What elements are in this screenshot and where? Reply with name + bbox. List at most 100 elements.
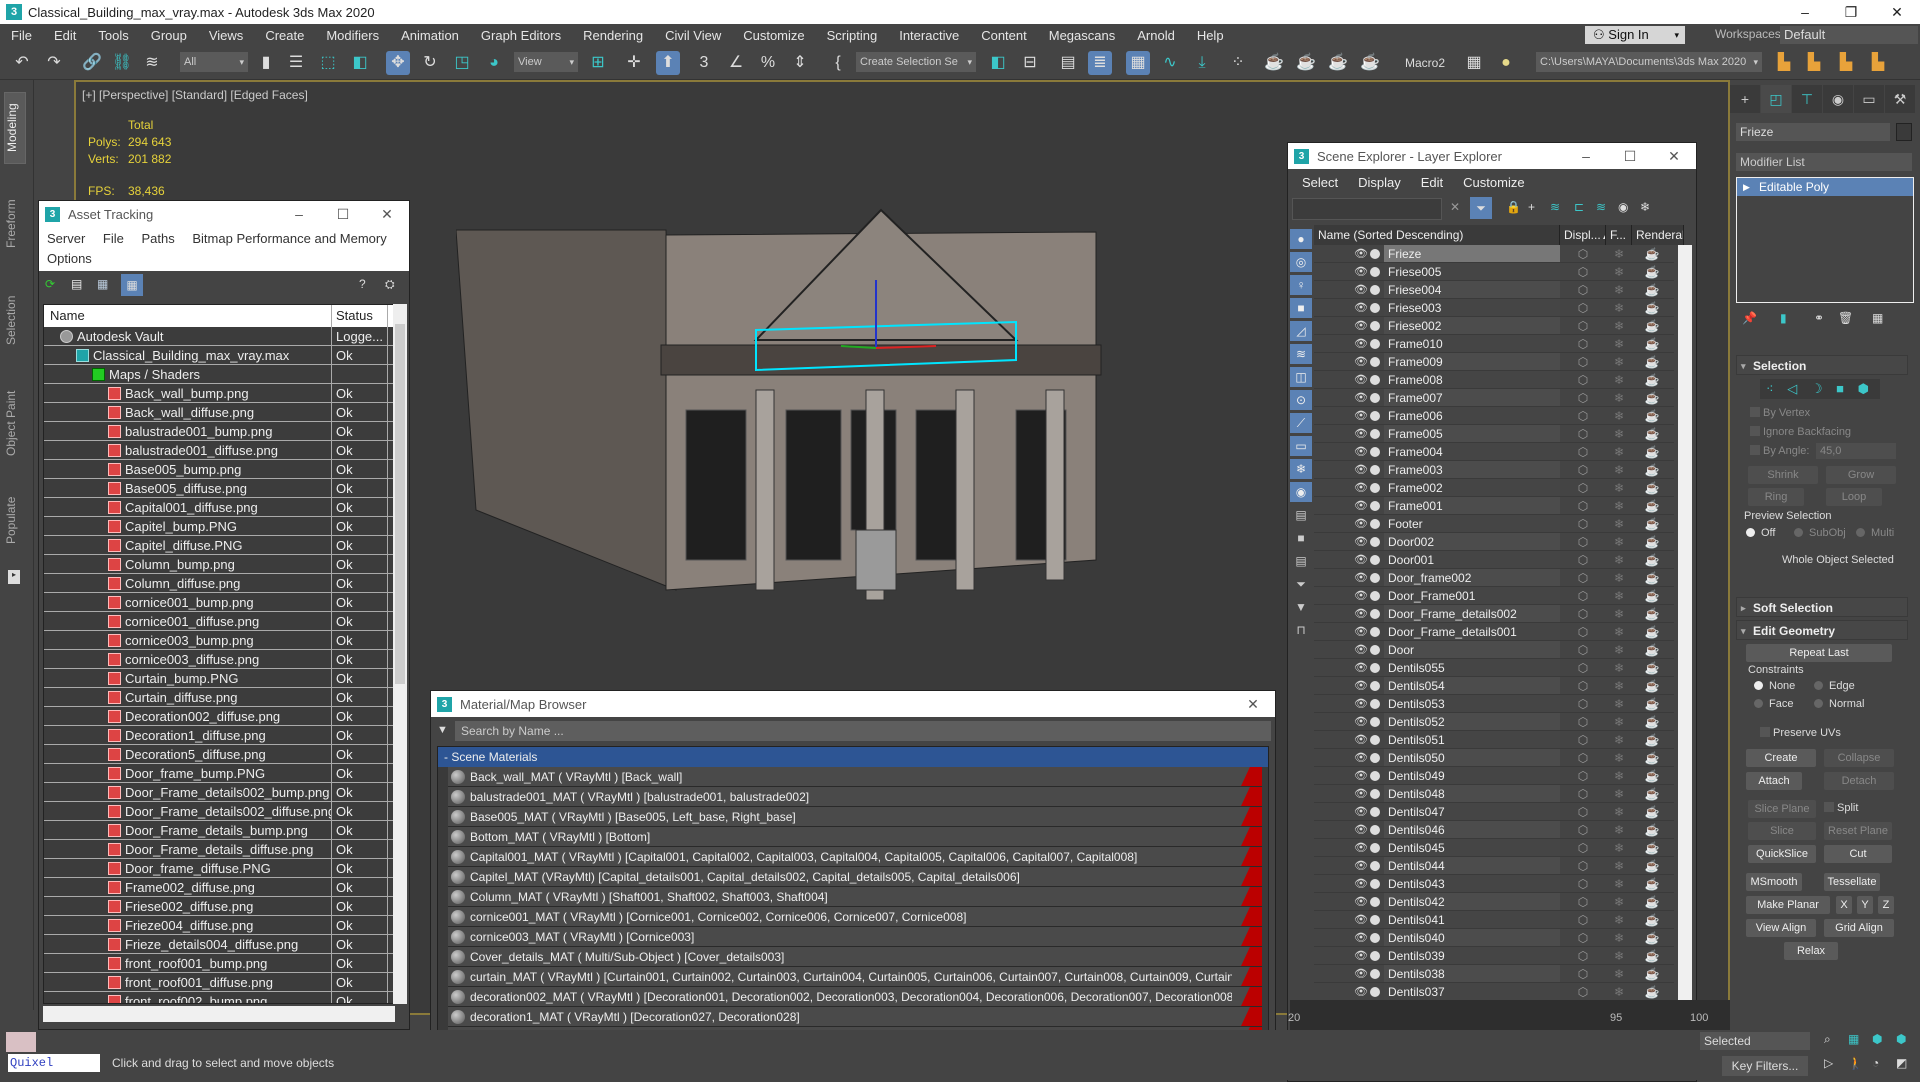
timeline-track[interactable]: 20 95 100 — [1288, 1000, 1730, 1030]
scene-object-row[interactable]: 👁 Door002 ⬡ ❄ ☕ — [1314, 533, 1674, 551]
visibility-eye-icon[interactable]: 👁 — [1354, 875, 1368, 893]
visibility-eye-icon[interactable]: 👁 — [1354, 551, 1368, 569]
curve-editor-icon[interactable]: ∿ — [1158, 51, 1182, 75]
visibility-eye-icon[interactable]: 👁 — [1354, 515, 1368, 533]
freeze-icon[interactable]: ❄ — [1606, 821, 1632, 838]
select-by-name-icon[interactable]: ☰ — [284, 51, 308, 75]
renderable-teapot-icon[interactable]: ☕ — [1632, 965, 1672, 982]
attach-button[interactable]: Attach — [1746, 772, 1802, 790]
display-box-icon[interactable]: ⬡ — [1560, 767, 1606, 784]
filter-settings-icon[interactable]: ⏷ — [1290, 574, 1312, 594]
scene-object-row[interactable]: 👁 Frame010 ⬡ ❄ ☕ — [1314, 335, 1674, 353]
menu-interactive[interactable]: Interactive — [888, 28, 970, 43]
renderable-teapot-icon[interactable]: ☕ — [1632, 587, 1672, 604]
display-box-icon[interactable]: ⬡ — [1560, 641, 1606, 658]
asset-row[interactable]: Friese002_diffuse.png Ok — [44, 897, 394, 916]
asset-row[interactable]: Back_wall_diffuse.png Ok — [44, 403, 394, 422]
freeze-icon[interactable]: ❄ — [1606, 785, 1632, 802]
visibility-eye-icon[interactable]: 👁 — [1354, 623, 1368, 641]
visibility-eye-icon[interactable]: 👁 — [1354, 317, 1368, 335]
make-planar-button[interactable]: Make Planar — [1746, 896, 1830, 914]
scene-object-row[interactable]: 👁 Friese002 ⬡ ❄ ☕ — [1314, 317, 1674, 335]
scene-object-row[interactable]: 👁 Frame004 ⬡ ❄ ☕ — [1314, 443, 1674, 461]
visibility-eye-icon[interactable]: 👁 — [1354, 299, 1368, 317]
placement-icon[interactable]: ◕ — [482, 51, 506, 75]
freeze-icon[interactable]: ❄ — [1606, 983, 1632, 1000]
menu-help[interactable]: Help — [1186, 28, 1235, 43]
visibility-eye-icon[interactable]: 👁 — [1354, 353, 1368, 371]
visibility-eye-icon[interactable]: 👁 — [1354, 587, 1368, 605]
msmooth-button[interactable]: MSmooth — [1746, 873, 1802, 891]
restore-button[interactable]: ❐ — [1828, 0, 1874, 24]
freeze-icon[interactable]: ❄ — [1606, 965, 1632, 982]
undo-icon[interactable]: ↶ — [10, 51, 34, 75]
scene-vertical-scrollbar[interactable] — [1678, 245, 1692, 1025]
visibility-eye-icon[interactable]: 👁 — [1354, 893, 1368, 911]
asset-row[interactable]: cornice001_diffuse.png Ok — [44, 612, 394, 631]
align-icon[interactable]: ⊟ — [1018, 51, 1042, 75]
redo-icon[interactable]: ↷ — [42, 51, 66, 75]
helpers-filter-icon[interactable]: ◿ — [1290, 321, 1312, 341]
menu-edit[interactable]: Edit — [43, 28, 87, 43]
freeze-icon[interactable]: ❄ — [1606, 479, 1632, 496]
project-set-icon[interactable]: ▙ — [1834, 51, 1858, 75]
invert-display-icon[interactable]: ▤ — [1290, 551, 1312, 571]
rendered-frame-window-icon[interactable]: ☕ — [1294, 51, 1318, 75]
object-name-field[interactable]: Frieze — [1736, 123, 1890, 141]
renderable-teapot-icon[interactable]: ☕ — [1632, 767, 1672, 784]
toggle-layer-explorer-icon[interactable]: ≣ — [1088, 51, 1112, 75]
asset-row[interactable]: balustrade001_diffuse.png Ok — [44, 441, 394, 460]
soft-selection-rollout[interactable]: Soft Selection — [1736, 597, 1908, 618]
element-icon[interactable]: ⬢ — [1858, 381, 1869, 396]
menu-tools[interactable]: Tools — [87, 28, 139, 43]
renderable-teapot-icon[interactable]: ☕ — [1632, 821, 1672, 838]
scene-object-row[interactable]: 👁 Frame009 ⬡ ❄ ☕ — [1314, 353, 1674, 371]
asset-row[interactable]: Door_Frame_details_diffuse.png Ok — [44, 840, 394, 859]
close-button[interactable]: ✕ — [1231, 691, 1275, 717]
tessellate-button[interactable]: Tessellate — [1824, 873, 1880, 891]
minimize-button[interactable]: – — [277, 201, 321, 227]
asset-row[interactable]: Column_diffuse.png Ok — [44, 574, 394, 593]
visibility-eye-icon[interactable]: 👁 — [1354, 911, 1368, 929]
ribbon-tab-object-paint[interactable]: Object Paint — [4, 375, 26, 471]
freeze-icon[interactable]: ❄ — [1606, 767, 1632, 784]
reset-plane-button[interactable]: Reset Plane — [1824, 822, 1892, 840]
visibility-eye-icon[interactable]: 👁 — [1354, 497, 1368, 515]
freeze-icon[interactable]: ❄ — [1606, 299, 1632, 316]
menu-select[interactable]: Select — [1302, 175, 1338, 190]
visibility-eye-icon[interactable]: 👁 — [1354, 767, 1368, 785]
material-item[interactable]: balustrade001_MAT ( VRayMtl ) [balustrad… — [448, 787, 1262, 807]
renderable-teapot-icon[interactable]: ☕ — [1632, 659, 1672, 676]
slice-plane-button[interactable]: Slice Plane — [1748, 800, 1816, 818]
scene-object-row[interactable]: 👁 Friese004 ⬡ ❄ ☕ — [1314, 281, 1674, 299]
render-setup-icon[interactable]: ☕ — [1262, 51, 1286, 75]
by-vertex-checkbox[interactable]: By Vertex — [1750, 407, 1810, 419]
menu-scripting[interactable]: Scripting — [816, 28, 889, 43]
freeze-icon[interactable]: ❄ — [1606, 893, 1632, 910]
select-object-icon[interactable]: ▮ — [254, 51, 278, 75]
viewport-label[interactable]: [+] [Perspective] [Standard] [Edged Face… — [82, 88, 308, 102]
project-create-icon[interactable]: ▙ — [1802, 51, 1826, 75]
menu-content[interactable]: Content — [970, 28, 1038, 43]
freeze-icon[interactable]: ❄ — [1606, 569, 1632, 586]
material-item[interactable]: Base005_MAT ( VRayMtl ) [Base005, Left_b… — [448, 807, 1262, 827]
display-box-icon[interactable]: ⬡ — [1560, 389, 1606, 406]
scene-object-row[interactable]: 👁 Frame005 ⬡ ❄ ☕ — [1314, 425, 1674, 443]
material-item[interactable]: Bottom_MAT ( VRayMtl ) [Bottom] — [448, 827, 1262, 847]
visibility-eye-icon[interactable]: 👁 — [1354, 641, 1368, 659]
renderable-teapot-icon[interactable]: ☕ — [1632, 641, 1672, 658]
visibility-eye-icon[interactable]: 👁 — [1354, 479, 1368, 497]
zoom-extents-icon[interactable]: ⬢ — [1872, 1032, 1882, 1046]
preview-multi-radio[interactable]: Multi — [1856, 527, 1894, 539]
menu-display[interactable]: Display — [1358, 175, 1401, 190]
menu-file[interactable]: File — [0, 28, 43, 43]
menu-customize[interactable]: Customize — [1463, 175, 1524, 190]
material-item[interactable]: Back_wall_MAT ( VRayMtl ) [Back_wall] — [448, 767, 1262, 787]
renderable-teapot-icon[interactable]: ☕ — [1632, 515, 1672, 532]
select-rotate-icon[interactable]: ↻ — [418, 51, 442, 75]
renderable-teapot-icon[interactable]: ☕ — [1632, 695, 1672, 712]
renderable-teapot-icon[interactable]: ☕ — [1632, 785, 1672, 802]
display-box-icon[interactable]: ⬡ — [1560, 785, 1606, 802]
display-box-icon[interactable]: ⬡ — [1560, 443, 1606, 460]
scene-object-row[interactable]: 👁 Dentils053 ⬡ ❄ ☕ — [1314, 695, 1674, 713]
